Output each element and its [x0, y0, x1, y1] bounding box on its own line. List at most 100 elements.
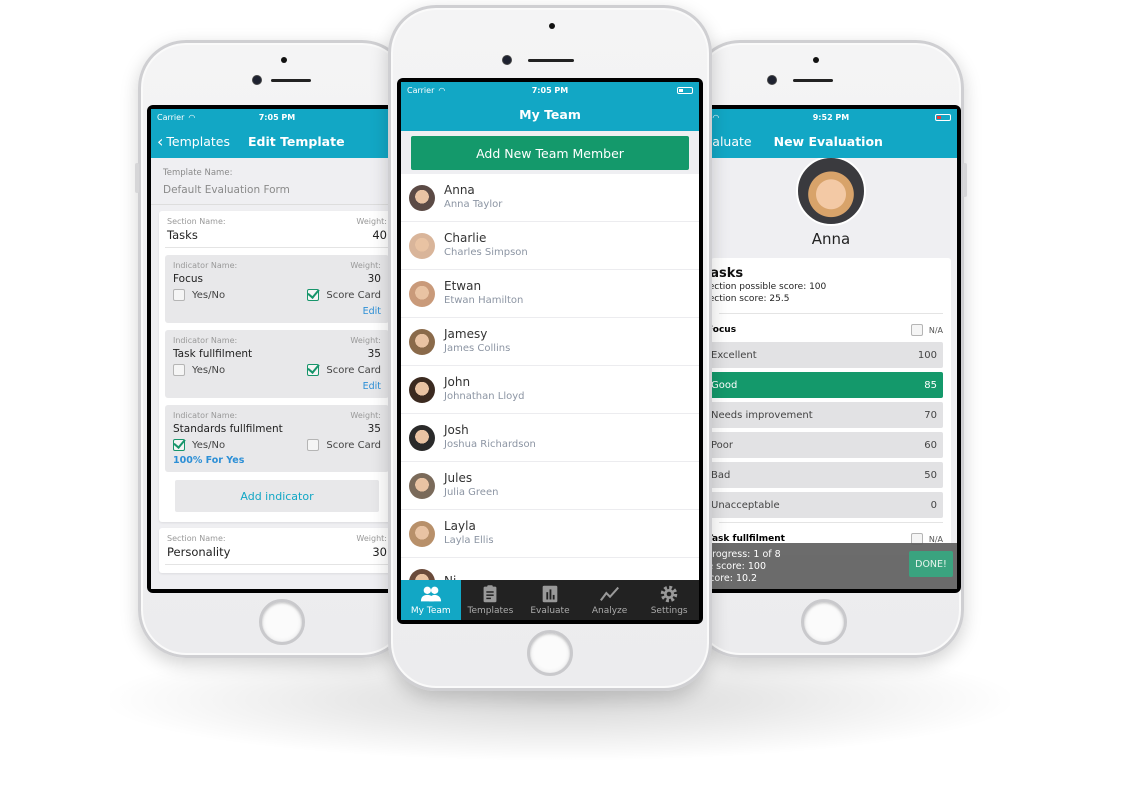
status-bar: Carrier ◠ 7:05 PM [151, 109, 403, 125]
indicator-name-field[interactable]: Standards fullfilment [173, 423, 283, 435]
avatar [409, 328, 435, 355]
avatar [409, 280, 435, 307]
template-name-field[interactable]: Default Evaluation Form [151, 178, 393, 205]
score-option[interactable]: Needs improvement 70 [707, 402, 943, 428]
member-nickname: Etwan [444, 279, 482, 293]
score-option[interactable]: Excellent 100 [707, 342, 943, 368]
page-title: New Evaluation [773, 134, 883, 149]
member-full-name: Johnathan Lloyd [444, 391, 525, 402]
section-name-label: Section Name: [167, 534, 226, 543]
section-weight-field[interactable]: 40 [372, 228, 387, 242]
home-button [527, 630, 573, 676]
tab-label: My Team [410, 606, 451, 616]
member-full-name: Joshua Richardson [444, 439, 536, 450]
indicator-weight-field[interactable]: 30 [368, 273, 381, 285]
tab-templates[interactable]: Templates [461, 580, 521, 620]
add-team-member-button[interactable]: Add New Team Member [411, 136, 689, 170]
edit-link[interactable]: Edit [173, 376, 381, 392]
line-chart-icon [599, 586, 619, 602]
indicator-card: Indicator Name: Weight: Task fullfilment 3… [165, 330, 389, 398]
avatar [796, 156, 866, 226]
evaluation-summary-bar: Evaluation progress: 1 of 8 Total possib… [705, 543, 957, 589]
yes-percent-link[interactable]: 100% For Yes [173, 451, 381, 466]
team-list: Anna Anna Taylor Charlie Charles Simpson Etw… [401, 174, 699, 606]
member-nickname: Layla [444, 519, 476, 533]
edit-link[interactable]: Edit [173, 301, 381, 317]
earpiece-speaker [528, 59, 574, 62]
indicator-name-label: Indicator Name: [173, 411, 238, 420]
power-button [963, 163, 967, 197]
done-button[interactable]: DONE! [909, 551, 953, 577]
yes-no-checkbox[interactable] [173, 289, 185, 301]
option-label: Needs improvement [711, 409, 813, 421]
page-title: My Team [519, 107, 581, 122]
score-card-checkbox[interactable] [307, 289, 320, 301]
status-bar: Carrier ◠ 9:52 PM [705, 109, 957, 125]
member-full-name: Layla Ellis [444, 535, 494, 546]
team-member-row[interactable]: Jamesy James Collins [401, 318, 699, 366]
team-member-row[interactable]: John Johnathan Lloyd [401, 366, 699, 414]
team-member-row[interactable]: Charlie Charles Simpson [401, 222, 699, 270]
option-score: 85 [924, 379, 937, 391]
indicator-name-field[interactable]: Task fullfilment [173, 348, 252, 360]
yes-no-checkbox[interactable] [173, 439, 185, 451]
earpiece-speaker [793, 79, 833, 82]
team-member-row[interactable]: Etwan Etwan Hamilton [401, 270, 699, 318]
person-name: Anna [811, 230, 851, 248]
team-member-row[interactable]: Layla Layla Ellis [401, 510, 699, 558]
score-option[interactable]: Unacceptable 0 [707, 492, 943, 518]
bar-chart-icon [542, 585, 558, 603]
yes-no-checkbox[interactable] [173, 364, 185, 376]
indicator-weight-field[interactable]: 35 [368, 423, 381, 435]
score-card-label: Score Card [326, 289, 381, 301]
avatar [409, 472, 435, 499]
member-nickname: Anna [444, 183, 475, 197]
earpiece-speaker [271, 79, 311, 82]
indicator-weight-field[interactable]: 35 [368, 348, 381, 360]
status-bar: Carrier ◠ 7:05 PM [401, 82, 699, 98]
option-label: Poor [711, 439, 734, 451]
section-weight-field[interactable]: 30 [372, 545, 387, 559]
tab-label: Settings [650, 606, 688, 616]
score-card-checkbox[interactable] [307, 439, 320, 451]
yes-no-label: Yes/No [192, 289, 226, 301]
option-score: 70 [924, 409, 937, 421]
clock: 7:05 PM [531, 85, 569, 95]
team-member-row[interactable]: Jules Julia Green [401, 462, 699, 510]
proximity-sensor [281, 57, 287, 63]
score-option[interactable]: Bad 50 [707, 462, 943, 488]
na-label: N/A [928, 325, 943, 335]
section-name-field[interactable]: Tasks [167, 228, 198, 242]
score-option[interactable]: Poor 60 [707, 432, 943, 458]
home-button [259, 599, 305, 645]
back-button[interactable]: Templates [166, 134, 230, 149]
tab-evaluate[interactable]: Evaluate [520, 580, 580, 620]
na-checkbox[interactable] [910, 324, 923, 336]
indicator-name-field[interactable]: Focus [173, 273, 203, 285]
battery-icon [935, 113, 951, 121]
team-member-row[interactable]: Josh Joshua Richardson [401, 414, 699, 462]
tab-my-team[interactable]: My Team [401, 580, 461, 620]
tab-settings[interactable]: Settings [639, 580, 699, 620]
add-indicator-button[interactable]: Add indicator [175, 480, 379, 512]
front-camera [253, 76, 261, 84]
member-full-name: Charles Simpson [444, 247, 528, 258]
section-name-field[interactable]: Personality [167, 545, 230, 559]
option-score: 0 [930, 499, 937, 511]
avatar [409, 184, 435, 211]
avatar [409, 424, 435, 451]
gear-icon [660, 585, 678, 603]
member-nickname: John [444, 375, 471, 389]
section-title: Tasks [705, 266, 744, 281]
section-name-label: Section Name: [167, 217, 226, 226]
team-member-row[interactable]: Anna Anna Taylor [401, 174, 699, 222]
score-option-selected[interactable]: Good 85 [707, 372, 943, 398]
tab-analyze[interactable]: Analyze [580, 580, 640, 620]
member-nickname: Jamesy [444, 327, 488, 341]
clipboard-icon [483, 585, 497, 603]
people-icon [420, 586, 441, 602]
tab-label: Evaluate [530, 606, 570, 616]
chevron-left-icon[interactable]: ‹ [151, 132, 166, 151]
score-card-checkbox[interactable] [307, 364, 320, 376]
section-card: Section Name: Weight: Personality 30 [159, 528, 395, 573]
